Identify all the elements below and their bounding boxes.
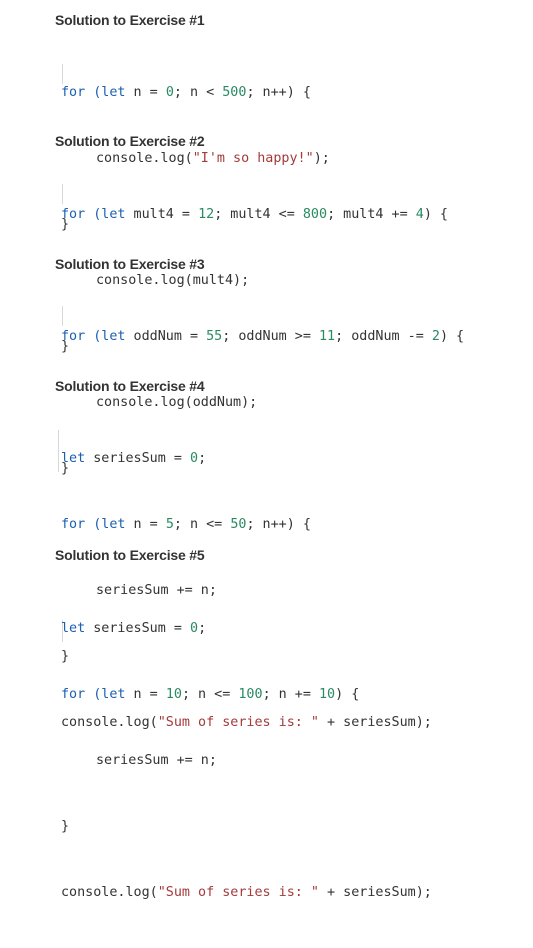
code-line: for (let n = 0; n < 500; n++) { <box>61 82 330 104</box>
code-number: 0 <box>190 621 199 636</box>
code-text: seriesSum = <box>85 451 190 466</box>
code-text: ; n <= <box>181 687 239 702</box>
code-text: ; n++) { <box>246 517 311 532</box>
code-keyword: for <box>61 329 86 344</box>
code-text: console.log( <box>61 885 158 900</box>
exercise-5-code: let seriesSum = 0; for (let n = 10; n <=… <box>61 574 432 948</box>
code-number: 50 <box>230 517 247 532</box>
code-keyword: for <box>61 517 86 532</box>
code-text: seriesSum += n; <box>96 753 217 768</box>
code-line: for (let mult4 = 12; mult4 <= 800; mult4… <box>61 204 448 226</box>
code-keyword: (let <box>93 85 126 100</box>
code-keyword: (let <box>93 687 126 702</box>
code-line: let seriesSum = 0; <box>61 448 432 470</box>
code-number: 12 <box>198 207 215 222</box>
code-text: n = <box>125 85 166 100</box>
code-text: } <box>61 819 70 834</box>
code-text: ; n < <box>173 85 223 100</box>
code-line: console.log("Sum of series is: " + serie… <box>61 882 432 904</box>
code-number: 100 <box>238 687 263 702</box>
code-text: n = <box>125 687 166 702</box>
code-keyword: let <box>61 451 86 466</box>
code-text: mult4 = <box>125 207 199 222</box>
code-keyword: let <box>61 621 86 636</box>
exercise-2-heading: Solution to Exercise #2 <box>55 133 205 149</box>
code-text: ; n <= <box>173 517 231 532</box>
code-line: seriesSum += n; <box>61 750 432 772</box>
code-line: } <box>61 816 432 838</box>
code-number: 500 <box>222 85 247 100</box>
code-number: 11 <box>319 329 336 344</box>
exercise-1-heading: Solution to Exercise #1 <box>55 12 205 28</box>
code-number: 5 <box>165 517 174 532</box>
code-text: ; mult4 += <box>327 207 416 222</box>
code-number: 10 <box>165 687 182 702</box>
indent-guide <box>58 430 59 472</box>
code-keyword: for <box>61 85 86 100</box>
code-keyword: (let <box>93 329 126 344</box>
code-text: ) { <box>335 687 360 702</box>
code-text: n = <box>125 517 166 532</box>
code-number: 800 <box>302 207 328 222</box>
exercise-4-heading: Solution to Exercise #4 <box>55 378 205 394</box>
code-text: ; oddNum >= <box>222 329 319 344</box>
code-number: 2 <box>431 329 440 344</box>
code-line: for (let oddNum = 55; oddNum >= 11; oddN… <box>61 326 464 348</box>
exercise-3-heading: Solution to Exercise #3 <box>55 256 205 272</box>
code-number: 0 <box>165 85 174 100</box>
code-line: for (let n = 10; n <= 100; n += 10) { <box>61 684 432 706</box>
code-number: 4 <box>415 207 424 222</box>
code-text: ) { <box>423 207 448 222</box>
code-number: 10 <box>319 687 336 702</box>
code-keyword: (let <box>93 517 126 532</box>
code-text: ) { <box>439 329 465 344</box>
code-text: ; n++) { <box>246 85 311 100</box>
code-line: for (let n = 5; n <= 50; n++) { <box>61 514 432 536</box>
code-text: oddNum = <box>125 329 207 344</box>
code-text: ; n += <box>262 687 319 702</box>
code-number: 0 <box>190 451 199 466</box>
code-text: + seriesSum); <box>319 885 432 900</box>
code-text: ; mult4 <= <box>214 207 303 222</box>
code-text: seriesSum = <box>85 621 190 636</box>
code-text: ; <box>198 451 207 466</box>
code-text: ; <box>198 621 207 636</box>
code-line: let seriesSum = 0; <box>61 618 432 640</box>
code-text: ; oddNum -= <box>335 329 432 344</box>
code-keyword: for <box>61 687 86 702</box>
code-keyword: for <box>61 207 86 222</box>
exercise-5-heading: Solution to Exercise #5 <box>55 547 205 563</box>
code-number: 55 <box>206 329 223 344</box>
code-keyword: (let <box>93 207 126 222</box>
code-string: "Sum of series is: " <box>157 885 319 900</box>
